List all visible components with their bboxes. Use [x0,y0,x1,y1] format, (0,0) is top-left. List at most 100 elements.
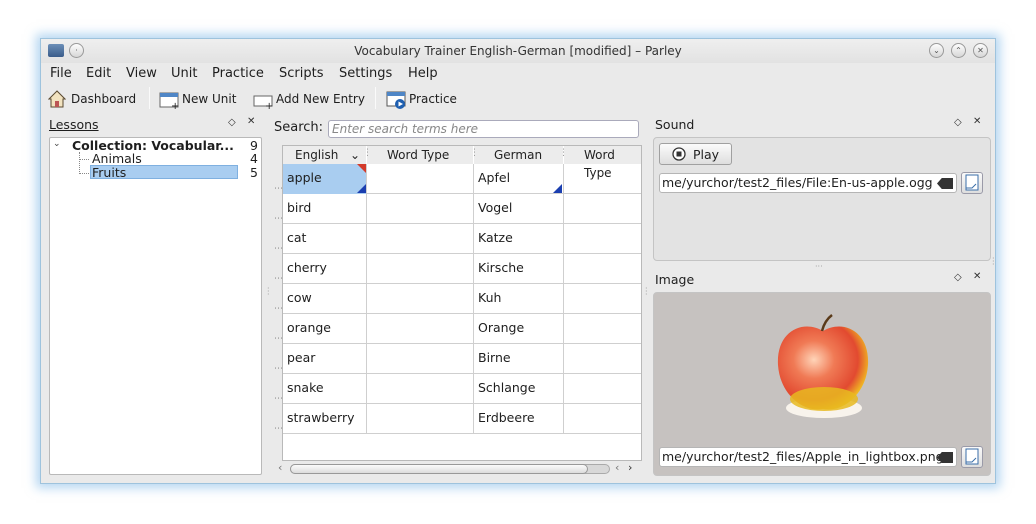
open-file-button[interactable] [961,172,983,194]
splitter-handle[interactable]: ··· [267,285,270,299]
table-row[interactable]: bird Vogel [283,194,641,224]
scroll-left-icon[interactable]: ‹ [278,461,282,474]
menu-edit[interactable]: Edit [86,66,111,81]
menu-view[interactable]: View [126,66,157,81]
table-cell[interactable]: cow [283,284,367,314]
splitter-handle[interactable]: ··· [645,285,648,299]
table-cell[interactable] [564,284,641,314]
row-grip-icon[interactable]: ⋯ [274,274,283,284]
play-button[interactable]: Play [659,143,732,165]
table-row[interactable]: snake Schlange [283,374,641,404]
row-grip-icon[interactable]: ⋯ [274,394,283,404]
new-unit-button[interactable]: + New Unit [159,89,236,112]
unit-item-animals[interactable]: Animals [92,151,142,166]
lessons-title: Lessons [49,117,99,132]
table-cell[interactable] [367,224,474,254]
menu-scripts[interactable]: Scripts [279,66,323,81]
splitter-handle[interactable]: ··· [992,255,995,269]
table-cell[interactable] [367,344,474,374]
column-header-german[interactable]: German [474,146,563,164]
float-icon[interactable]: ◇ [954,272,962,283]
add-entry-button[interactable]: + Add New Entry [253,89,365,112]
expand-icon[interactable]: ⌄ [53,139,61,149]
dock-close-icon[interactable]: ✕ [973,116,981,127]
row-grip-icon[interactable]: ⋯ [274,244,283,254]
scroll-right-icon[interactable]: › [628,461,632,474]
table-cell[interactable]: Birne [474,344,564,374]
table-row[interactable]: cherry Kirsche [283,254,641,284]
table-row[interactable]: pear Birne [283,344,641,374]
new-unit-icon: + [159,90,179,112]
minimize-icon[interactable]: ⌄ [929,43,944,58]
practice-button[interactable]: Practice [386,89,457,109]
table-cell[interactable] [564,404,641,434]
table-cell[interactable] [564,254,641,284]
table-cell[interactable]: Erdbeere [474,404,564,434]
search-input[interactable]: Enter search terms here [328,120,639,138]
row-grip-icon[interactable]: ⋯ [274,424,283,434]
image-file-field[interactable]: me/yurchor/test2_files/Apple_in_lightbox… [659,447,957,467]
horizontal-scrollbar[interactable]: ‹ ‹ › [278,461,642,475]
table-row[interactable]: cow Kuh [283,284,641,314]
table-cell[interactable] [564,164,641,194]
float-icon[interactable]: ◇ [954,117,962,128]
table-cell[interactable] [367,404,474,434]
sound-file-field[interactable]: me/yurchor/test2_files/File:En-us-apple.… [659,173,957,193]
maximize-icon[interactable]: ⌃ [951,43,966,58]
table-cell[interactable]: Schlange [474,374,564,404]
close-icon[interactable]: ✕ [973,43,988,58]
dashboard-button[interactable]: Dashboard [47,89,136,109]
menu-help[interactable]: Help [408,66,438,81]
row-grip-icon[interactable]: ⋯ [274,184,283,194]
table-row[interactable]: strawberry Erdbeere [283,404,641,434]
dock-close-icon[interactable]: ✕ [973,271,981,282]
open-file-button[interactable] [961,446,983,468]
sound-title: Sound [655,117,695,132]
table-cell[interactable] [367,284,474,314]
table-cell[interactable]: bird [283,194,367,224]
table-cell[interactable]: pear [283,344,367,374]
table-cell[interactable]: snake [283,374,367,404]
scroll-left-icon[interactable]: ‹ [615,461,619,474]
table-cell[interactable]: orange [283,314,367,344]
table-cell[interactable]: Kuh [474,284,564,314]
row-grip-icon[interactable]: ⋯ [274,364,283,374]
table-row[interactable]: orange Orange [283,314,641,344]
table-cell[interactable]: Kirsche [474,254,564,284]
column-header-english[interactable]: English ⌄ [283,146,366,164]
column-header-wordtype-2[interactable]: Word Type [564,146,641,180]
table-cell[interactable]: Katze [474,224,564,254]
row-grip-icon[interactable]: ⋯ [274,304,283,314]
scroll-thumb[interactable] [290,464,588,474]
table-cell[interactable] [367,164,474,194]
row-grip-icon[interactable]: ⋯ [274,334,283,344]
table-cell[interactable] [564,194,641,224]
table-cell[interactable] [564,344,641,374]
menu-unit[interactable]: Unit [171,66,197,81]
table-cell[interactable]: Apfel [474,164,564,194]
table-cell[interactable]: Vogel [474,194,564,224]
table-row[interactable]: cat Katze [283,224,641,254]
table-cell[interactable] [564,224,641,254]
table-cell[interactable] [367,374,474,404]
column-header-wordtype[interactable]: Word Type [367,146,473,164]
table-cell[interactable]: cat [283,224,367,254]
table-cell[interactable] [367,314,474,344]
table-row[interactable]: apple Apfel [283,164,641,194]
table-cell[interactable]: Orange [474,314,564,344]
table-cell[interactable]: apple [283,164,367,194]
row-grip-icon[interactable]: ⋯ [274,214,283,224]
float-icon[interactable]: ◇ [228,117,236,128]
menu-settings[interactable]: Settings [339,66,392,81]
table-cell[interactable] [367,254,474,284]
dock-close-icon[interactable]: ✕ [247,116,255,127]
play-label: Play [693,147,720,162]
unit-item-fruits[interactable]: Fruits [92,165,126,180]
menu-practice[interactable]: Practice [212,66,264,81]
table-cell[interactable] [367,194,474,224]
table-cell[interactable] [564,374,641,404]
table-cell[interactable] [564,314,641,344]
menu-file[interactable]: File [50,66,72,81]
table-cell[interactable]: strawberry [283,404,367,434]
table-cell[interactable]: cherry [283,254,367,284]
